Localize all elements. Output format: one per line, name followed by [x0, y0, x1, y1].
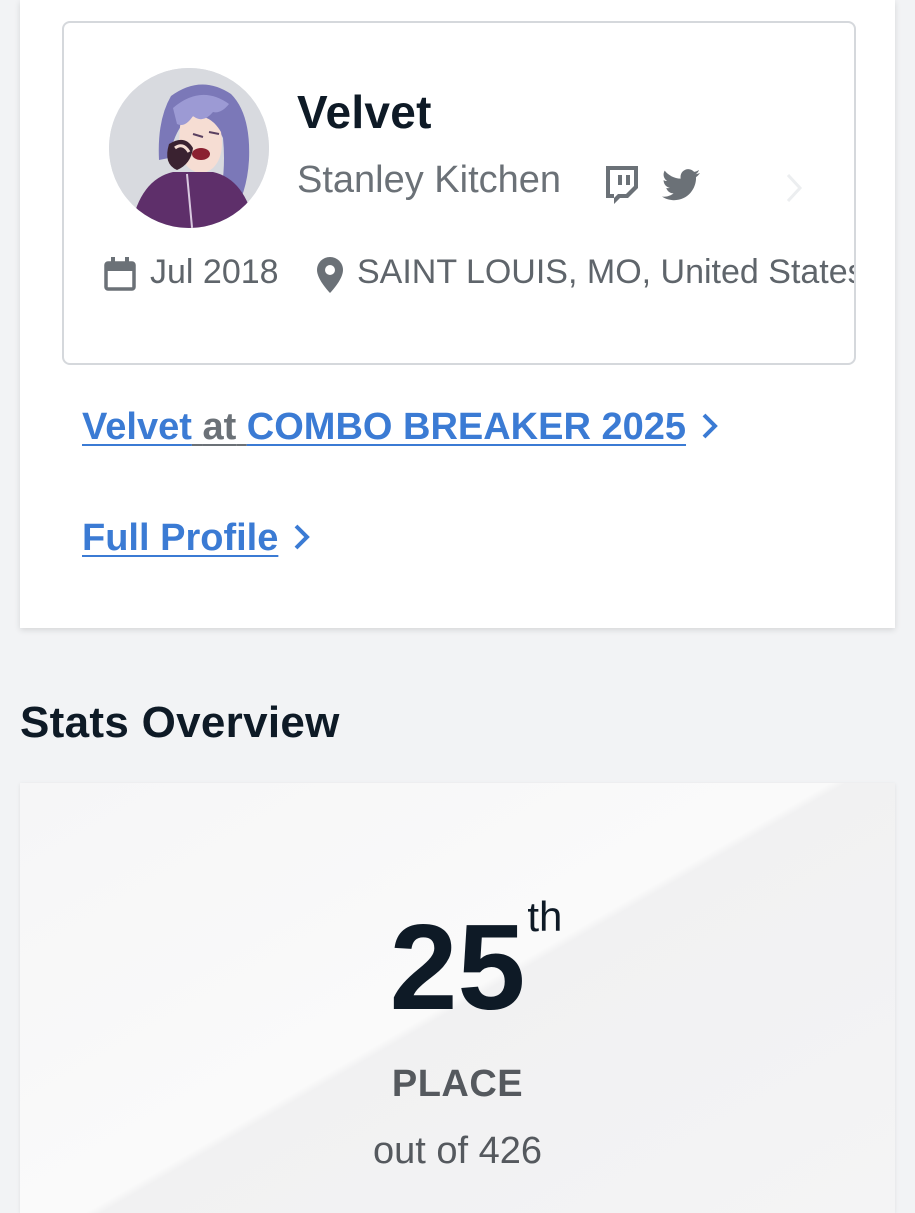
place-total: out of 426 — [372, 1130, 543, 1172]
place-number-wrap: 25th — [390, 896, 563, 1029]
map-pin-icon — [317, 257, 343, 293]
full-profile-link-text[interactable]: Full Profile — [82, 517, 278, 559]
section-title: Stats Overview — [20, 698, 340, 747]
twitter-icon[interactable] — [662, 168, 700, 202]
chevron-right-icon — [702, 413, 718, 439]
place-suffix: th — [527, 893, 563, 940]
stats-card: 25th PLACE out of 426 — [20, 783, 895, 1213]
placement: 25th — [20, 896, 895, 1029]
event-link-connector: at — [192, 406, 247, 448]
event-link[interactable]: Velvet at COMBO BREAKER 2025 — [82, 406, 720, 449]
profile-card[interactable]: Velvet Stanley Kitchen Jul 2018 SAINT LO… — [62, 21, 856, 365]
full-profile-link[interactable]: Full Profile — [82, 517, 312, 560]
place-number: 25 — [389, 899, 526, 1035]
event-link-player[interactable]: Velvet — [82, 406, 192, 448]
chevron-right-icon — [294, 524, 311, 550]
place-label: PLACE — [391, 1063, 524, 1105]
team-name: Stanley Kitchen — [297, 159, 562, 201]
location: SAINT LOUIS, MO, United States — [357, 253, 856, 291]
avatar-image — [109, 68, 269, 228]
twitch-icon[interactable] — [602, 164, 642, 204]
event-link-connector-text: at — [202, 406, 237, 448]
join-date: Jul 2018 — [150, 253, 279, 291]
avatar — [109, 68, 269, 228]
chevron-right-icon[interactable] — [784, 171, 806, 205]
player-name: Velvet — [297, 86, 432, 138]
player-panel: Velvet Stanley Kitchen Jul 2018 SAINT LO… — [20, 0, 895, 628]
calendar-icon — [104, 257, 136, 291]
event-link-event[interactable]: COMBO BREAKER 2025 — [247, 406, 686, 448]
